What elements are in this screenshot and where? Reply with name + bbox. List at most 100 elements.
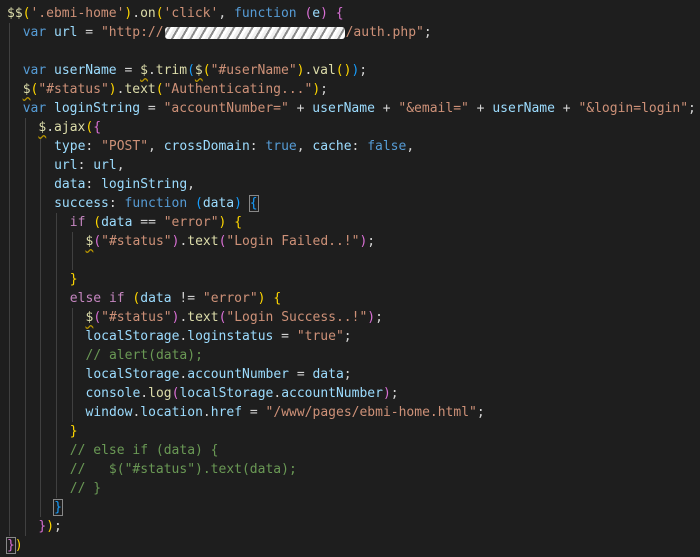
code-token: { [335, 6, 344, 21]
code-token: "&login=login" [578, 101, 689, 116]
code-token: ; [359, 63, 368, 78]
code-line[interactable]: localStorage.loginstatus = "true"; [86, 327, 352, 346]
code-token: ( [187, 63, 195, 78]
code-token: userName [492, 101, 555, 116]
code-line[interactable]: } [70, 270, 78, 289]
code-line[interactable]: var url = "http:// /auth.php"; [23, 23, 432, 42]
code-token: success [54, 196, 109, 211]
code-line[interactable]: }) [6, 536, 23, 555]
code-token: accountNumber [281, 386, 383, 401]
code-token: . [147, 63, 156, 78]
code-token: = [77, 25, 101, 40]
code-line[interactable]: } [53, 498, 63, 517]
code-token: // } [69, 481, 102, 496]
code-token: cache [312, 139, 352, 154]
code-token: true [265, 139, 297, 154]
redacted-text [164, 26, 345, 39]
code-token: ( [155, 6, 164, 21]
code-token: var [22, 63, 47, 78]
code-token: "#status" [101, 310, 172, 325]
code-token: ; [390, 386, 399, 401]
code-token: = [273, 329, 297, 344]
code-token: ( [202, 63, 211, 78]
code-line[interactable]: $("#status").text("Login Success..!"); [86, 308, 383, 327]
code-token: "POST" [101, 139, 149, 154]
code-token: ) [312, 82, 321, 97]
code-line[interactable]: url: url, [54, 156, 124, 175]
code-token: url [54, 158, 78, 173]
code-line[interactable]: $$('.ebmi-home').on('click', function (e… [7, 4, 344, 23]
code-line[interactable]: type: "POST", crossDomain: true, cache: … [54, 137, 414, 156]
code-token: ; [367, 234, 376, 249]
code-token: loginString [101, 177, 188, 192]
code-token: = [242, 405, 266, 420]
code-line[interactable]: // alert(data); [86, 346, 203, 365]
code-editor[interactable]: $$('.ebmi-home').on('click', function (e… [0, 0, 700, 557]
code-token: ; [688, 101, 696, 116]
code-line[interactable]: success: function (data) { [54, 194, 259, 213]
code-token: . [132, 6, 141, 21]
code-token: $$ [7, 6, 23, 21]
code-token: { [93, 120, 102, 135]
code-token: } [69, 424, 78, 439]
code-line[interactable]: $("#status").text("Authenticating..."); [23, 80, 328, 99]
code-token: } [69, 272, 78, 287]
code-token: ( [93, 215, 102, 230]
code-token: { [234, 215, 243, 230]
code-token: . [273, 386, 282, 401]
code-line[interactable]: } [70, 422, 78, 441]
indent-guide [71, 232, 73, 270]
indent-guide [56, 213, 58, 498]
code-line[interactable]: window.location.href = "/www/pages/ebmi-… [86, 403, 485, 422]
code-line[interactable]: // $("#status").text(data); [70, 460, 297, 479]
code-line[interactable]: if (data == "error") { [70, 213, 242, 232]
code-token: "#status" [38, 82, 109, 97]
code-token: $ [22, 82, 31, 97]
code-token: : [351, 139, 368, 154]
code-token: ; [423, 25, 432, 40]
code-token: localStorage [85, 329, 180, 344]
code-token: loginstatus [187, 329, 274, 344]
code-token: "#status" [101, 234, 172, 249]
code-line[interactable]: var loginString = "accountNumber=" + use… [23, 99, 696, 118]
code-token: ) [14, 538, 23, 553]
code-token: '.ebmi-home' [30, 6, 125, 21]
code-line[interactable]: }); [38, 517, 61, 536]
code-token: "#userName" [210, 63, 297, 78]
code-token: else [69, 291, 102, 306]
code-token: : [77, 158, 94, 173]
code-line[interactable]: var userName = $.trim($("#userName").val… [23, 61, 367, 80]
code-line[interactable]: $.ajax({ [38, 118, 101, 137]
code-line[interactable]: $("#status").text("Login Failed..!"); [86, 232, 376, 251]
code-token: href [210, 405, 243, 420]
code-token: ; [343, 329, 352, 344]
code-line[interactable]: console.log(localStorage.accountNumber); [86, 384, 399, 403]
code-token: { [273, 291, 282, 306]
code-token: ; [476, 405, 485, 420]
code-line[interactable]: data: loginString, [54, 175, 195, 194]
code-token: : [249, 139, 266, 154]
code-token: $ [140, 63, 148, 78]
code-line[interactable]: else if (data != "error") { [70, 289, 281, 308]
code-line[interactable]: // else if (data) { [70, 441, 219, 460]
code-token: // alert(data); [85, 348, 203, 363]
code-token: location [140, 405, 203, 420]
code-token: "error" [163, 215, 219, 230]
code-line[interactable]: // } [70, 479, 101, 498]
code-token: data [101, 215, 133, 230]
code-token: ( [155, 82, 164, 97]
code-token: , [218, 6, 234, 21]
code-token: ; [343, 367, 352, 382]
code-token: } [6, 537, 16, 554]
code-line[interactable]: localStorage.accountNumber = data; [86, 365, 352, 384]
code-token: function [124, 196, 188, 211]
code-token: ( [85, 120, 94, 135]
code-token: : [85, 139, 102, 154]
code-token: userName [54, 63, 117, 78]
code-token: "Authenticating..." [163, 82, 313, 97]
code-token: , [406, 139, 415, 154]
